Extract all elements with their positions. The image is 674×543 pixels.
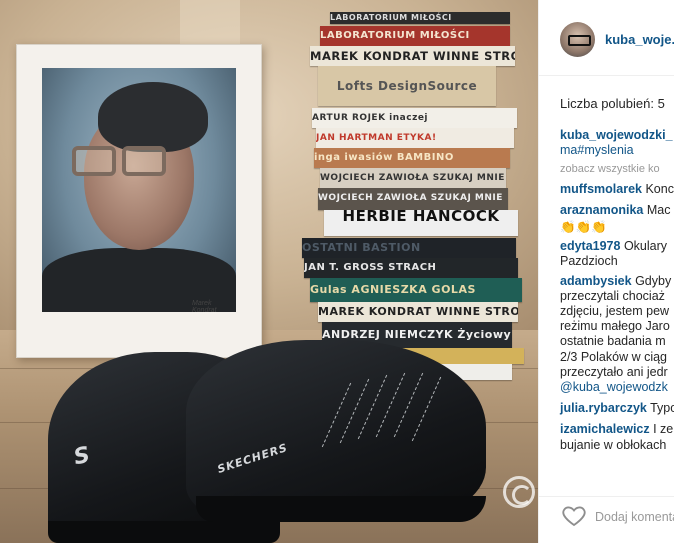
book-spine: HERBIE HANCOCK <box>324 210 518 236</box>
comment-author[interactable]: muffsmolarek <box>560 182 642 196</box>
book-spine: Gulas AGNIESZKA GOLAS <box>310 278 522 302</box>
comment-text: Pazdzioch <box>560 254 618 269</box>
book-spine: WOJCIECH ZAWIOŁA SZUKAJ MNIE <box>320 168 506 188</box>
book-spine: Lofts DesignSource <box>318 66 496 106</box>
comment-author[interactable]: izamichalewicz <box>560 422 650 436</box>
comment: adambysiek Gdyby <box>560 274 674 289</box>
comment-author[interactable]: edyta1978 <box>560 239 620 253</box>
comment-text: I ze <box>653 422 674 437</box>
comments-list: kuba_wojewodzki_ ma#myslenia zobacz wszy… <box>560 128 674 453</box>
book-spine: JAN HARTMAN ETYKA! <box>316 128 514 148</box>
avatar[interactable] <box>560 22 595 57</box>
framed-portrait: Marek Kondrat <box>42 68 236 312</box>
book-spine: MAREK KONDRAT WINNE STRONY <box>318 302 518 322</box>
comment-bar: Dodaj komentarz... <box>539 496 674 543</box>
book-spine: WOJCIECH ZAWIOŁA SZUKAJ MNIE <box>318 188 508 210</box>
comment-author[interactable]: adambysiek <box>560 274 632 288</box>
clapping-hands-emoji: 👏👏👏 <box>560 220 607 235</box>
post-author-link[interactable]: kuba_woje... <box>605 32 674 47</box>
comment-text: ostatnie badania m <box>560 334 666 349</box>
comment-text: Mac <box>646 202 671 217</box>
likes-count[interactable]: Liczba polubień: 5 <box>560 96 665 111</box>
comment-text: przeczytało ani jedr <box>560 364 668 379</box>
heart-icon[interactable] <box>561 505 587 527</box>
book-spine: inga iwasiów BAMBINO <box>314 148 510 168</box>
post-header: kuba_woje... <box>539 0 674 76</box>
comment: julia.rybarczyk Typo <box>560 401 674 416</box>
comment-hashtag[interactable]: ma#myslenia <box>560 143 674 158</box>
comment-author[interactable]: kuba_wojewodzki_ <box>560 128 674 143</box>
comment-text: przeczytali chociaż <box>560 288 665 303</box>
comment: araznamonika Mac <box>560 203 674 218</box>
comment-mention[interactable]: @kuba_wojewodzk <box>560 380 674 395</box>
comment-author[interactable]: araznamonika <box>560 203 643 217</box>
watermark-icon <box>503 476 535 508</box>
comment-text: Gdyby <box>635 273 672 288</box>
book-spine: JAN T. GROSS STRACH <box>304 258 518 278</box>
comment-text: Okulary <box>623 239 668 254</box>
comment-author[interactable]: julia.rybarczyk <box>560 401 647 415</box>
comment-text: bujanie w obłokach <box>560 437 667 452</box>
comment-text: zdjęciu, jestem pew <box>560 304 670 319</box>
book-spine: OSTATNI BASTION <box>302 238 516 258</box>
post-photo[interactable]: Marek Kondrat LABORATORIUM MIŁOŚCI LABOR… <box>0 0 538 543</box>
shoe-logo: SKECHERS <box>215 441 290 476</box>
book-spine: ARTUR ROJEK inaczej <box>312 108 517 128</box>
add-comment-input[interactable]: Dodaj komentarz... <box>595 510 674 524</box>
right-shoe: SKECHERS <box>186 340 486 522</box>
comment-text: Konc <box>645 181 674 196</box>
view-all-comments-link[interactable]: zobacz wszystkie ko <box>560 162 674 177</box>
book-spine: LABORATORIUM MIŁOŚCI <box>320 26 510 46</box>
comment: muffsmolarek Konc <box>560 182 674 197</box>
book-spine: MAREK KONDRAT WINNE STRONY <box>310 46 515 66</box>
comment-text: Typo <box>650 401 674 416</box>
comment: edyta1978 Okulary <box>560 239 674 254</box>
comment-text: reżimu małego Jaro <box>560 319 670 334</box>
post-sidebar: kuba_woje... Liczba polubień: 5 kuba_woj… <box>538 0 674 543</box>
book-spine: LABORATORIUM MIŁOŚCI <box>330 12 510 24</box>
portrait-signature: Marek Kondrat <box>192 300 217 312</box>
comment-text: 2/3 Polaków w ciąg <box>560 349 668 364</box>
comment: izamichalewicz I ze <box>560 422 674 437</box>
